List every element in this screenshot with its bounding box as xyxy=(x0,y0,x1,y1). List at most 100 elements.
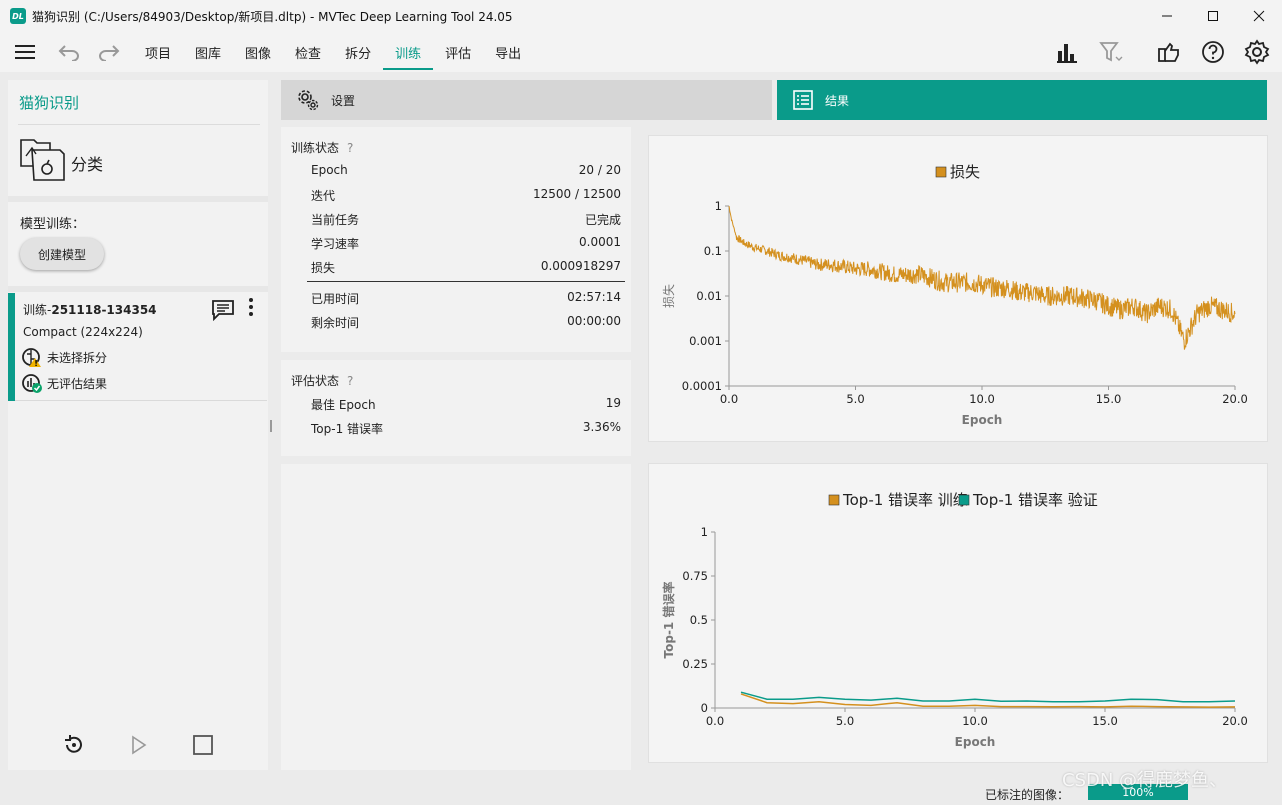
help-icon xyxy=(1202,41,1224,63)
brain-warning-icon: ! xyxy=(22,348,41,367)
statistics-button[interactable] xyxy=(1048,33,1086,71)
app-logo-icon: DL xyxy=(10,8,26,24)
x-tick-label: 0.0 xyxy=(706,714,724,728)
bar-chart-icon xyxy=(1057,44,1077,63)
legend-label: 损失 xyxy=(950,163,980,181)
y-tick-label: 0.25 xyxy=(682,657,708,671)
settings-button[interactable] xyxy=(1238,33,1276,71)
minimize-button[interactable] xyxy=(1144,0,1190,32)
stat-row: 当前任务 已完成 xyxy=(311,213,621,227)
stat-row: 损失 0.000918297 xyxy=(311,259,621,275)
y-tick-label: 0.5 xyxy=(690,613,708,627)
gears-icon xyxy=(297,89,319,111)
training-run-name: 训练-251118-134354 xyxy=(23,301,157,318)
redo-button[interactable] xyxy=(93,36,125,68)
menu-item-evaluate[interactable]: 评估 xyxy=(433,32,483,72)
y-tick-label: 0.01 xyxy=(696,289,722,303)
tab-settings-label: 设置 xyxy=(331,93,356,108)
legend-swatch xyxy=(935,166,947,178)
series-line xyxy=(740,691,1236,703)
training-run-model: Compact (224x224) xyxy=(23,325,143,339)
watermark-text: CSDN @得鹿梦鱼、 xyxy=(1062,770,1228,791)
menu-item-inspect[interactable]: 检查 xyxy=(283,32,333,72)
minimize-icon xyxy=(1162,15,1172,17)
training-status-title: 训练状态? xyxy=(291,141,354,155)
x-tick-label: 10.0 xyxy=(969,392,995,406)
x-tick-label: 15.0 xyxy=(1096,392,1122,406)
help-button[interactable] xyxy=(1194,33,1232,71)
undo-button[interactable] xyxy=(53,36,85,68)
x-axis-label: Epoch xyxy=(955,735,996,749)
task-type-label: 分类 xyxy=(71,155,104,174)
tab-results-label: 结果 xyxy=(825,93,850,108)
training-run-id: 251118-134354 xyxy=(51,303,157,317)
help-icon[interactable]: ? xyxy=(347,374,353,388)
menu-item-train[interactable]: 训练 xyxy=(383,32,434,72)
project-title: 猫狗识别 xyxy=(19,94,80,112)
training-run-prefix: 训练- xyxy=(23,303,52,317)
x-tick-label: 20.0 xyxy=(1222,714,1248,728)
more-vertical-icon xyxy=(249,298,253,316)
x-tick-label: 5.0 xyxy=(836,714,854,728)
stop-training-button[interactable] xyxy=(190,732,216,758)
start-training-button[interactable] xyxy=(125,732,151,758)
x-tick-label: 15.0 xyxy=(1092,714,1118,728)
y-axis-label: 损失 xyxy=(661,284,676,308)
evaluation-check-icon xyxy=(22,374,42,393)
training-run-card[interactable]: 训练-251118-134354 Compact (224x224) ! 未选择… xyxy=(8,293,267,401)
menu-bar: 项目 图库 图像 检查 拆分 训练 评估 导出 xyxy=(0,32,1282,72)
menu-item-export[interactable]: 导出 xyxy=(483,32,533,72)
series-line xyxy=(728,205,1236,350)
y-tick-label: 0.75 xyxy=(682,569,708,583)
legend-swatch xyxy=(828,494,840,506)
feedback-icon xyxy=(1158,42,1179,62)
menu-item-image[interactable]: 图像 xyxy=(233,32,283,72)
y-tick-label: 1 xyxy=(715,199,722,213)
window-title: 猫狗识别 (C:/Users/84903/Desktop/新项目.dltp) -… xyxy=(32,9,513,24)
close-button[interactable] xyxy=(1236,0,1282,32)
feedback-button[interactable] xyxy=(1150,33,1188,71)
labeled-images-label: 已标注的图像： xyxy=(985,788,1070,802)
panel-splitter[interactable] xyxy=(270,420,272,432)
y-axis-label: Top-1 错误率 xyxy=(661,582,676,659)
x-tick-label: 20.0 xyxy=(1222,392,1248,406)
hamburger-menu-button[interactable] xyxy=(9,36,41,68)
eval-status-row: 无评估结果 xyxy=(21,373,107,393)
maximize-button[interactable] xyxy=(1190,0,1236,32)
stat-row: Top-1 错误率 3.36% xyxy=(311,420,621,436)
redo-icon xyxy=(99,45,120,61)
stat-row: 迭代 12500 / 12500 xyxy=(311,187,621,203)
model-training-header: 模型训练： xyxy=(20,217,86,232)
filter-icon xyxy=(1099,42,1123,62)
menu-item-gallery[interactable]: 图库 xyxy=(183,32,233,72)
menu-item-split[interactable]: 拆分 xyxy=(333,32,383,72)
project-panel: 猫狗识别 分类 模型训练： 创建模型 训练-251118-134354 Comp… xyxy=(8,80,268,770)
y-tick-label: 1 xyxy=(701,525,708,539)
stat-row: 剩余时间 00:00:00 xyxy=(311,314,621,330)
more-options-button[interactable] xyxy=(247,297,255,323)
comment-button[interactable] xyxy=(211,299,235,325)
stat-row: Epoch 20 / 20 xyxy=(311,163,621,177)
legend-swatch xyxy=(958,494,970,506)
play-icon xyxy=(132,735,147,755)
x-tick-label: 0.0 xyxy=(720,392,738,406)
classification-icon xyxy=(20,138,68,186)
reset-icon xyxy=(65,735,82,753)
filter-button[interactable] xyxy=(1092,33,1130,71)
stat-row: 学习速率 0.0001 xyxy=(311,235,621,251)
error-chart-panel: Top-1 错误率 训练 Top-1 错误率 验证 0.0 5.0 10.0 15.0 20… xyxy=(648,463,1268,763)
help-icon[interactable]: ? xyxy=(347,141,353,155)
maximize-icon xyxy=(1208,11,1218,21)
eval-status-title: 评估状态? xyxy=(291,374,354,388)
x-tick-label: 5.0 xyxy=(846,392,864,406)
y-tick-label: 0 xyxy=(701,701,708,715)
tab-settings[interactable]: 设置 xyxy=(281,80,772,120)
reset-training-button[interactable] xyxy=(61,732,87,758)
tab-results[interactable]: 结果 xyxy=(777,80,1267,120)
training-status-panel: 训练状态? Epoch 20 / 20 迭代 12500 / 12500 当前任务已… xyxy=(281,127,631,352)
eval-status-text: 无评估结果 xyxy=(47,376,108,391)
split-status-row: ! 未选择拆分 xyxy=(21,347,107,367)
loss-chart: 损失 0.0 5.0 10.0 15.0 20.0 1 0.1 0.01 0.001 0.0001 E… xyxy=(661,163,1248,427)
create-model-button[interactable]: 创建模型 xyxy=(20,238,104,270)
menu-item-project[interactable]: 项目 xyxy=(133,32,183,72)
